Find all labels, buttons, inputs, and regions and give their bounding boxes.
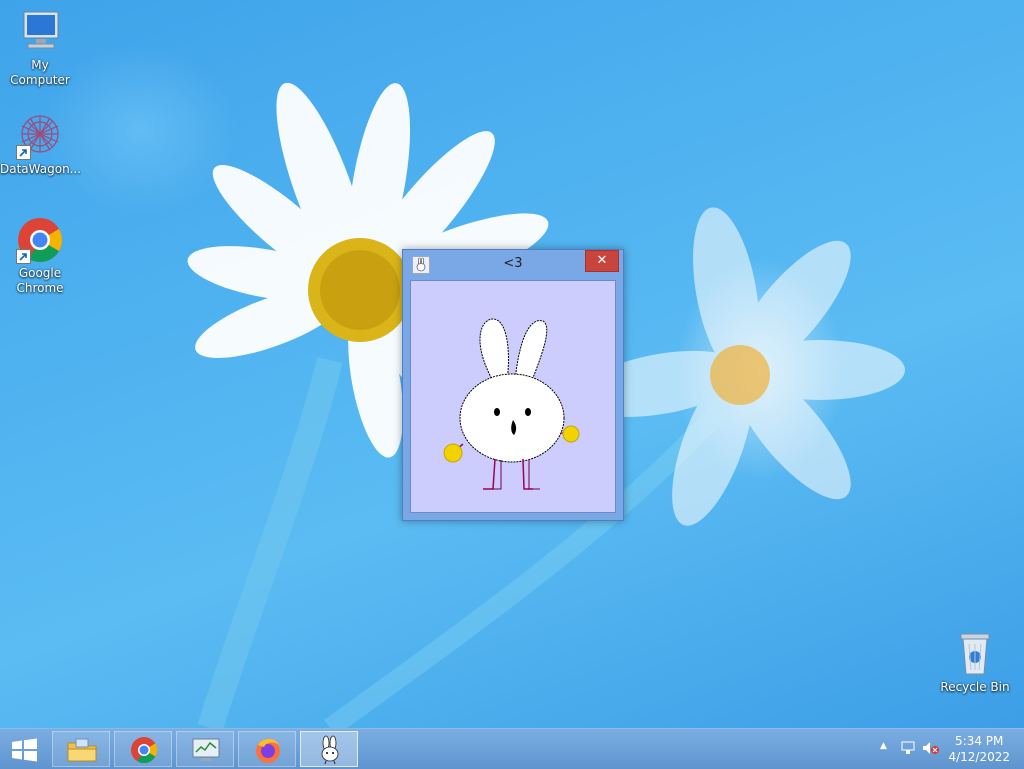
- desktop[interactable]: My Computer DataWagon... Google Chrome R…: [0, 0, 1024, 728]
- desktop-icon-label: Recycle Bin: [940, 680, 1010, 694]
- windows-logo-icon: [12, 738, 37, 762]
- clock-date: 4/12/2022: [948, 750, 1010, 764]
- close-button[interactable]: ✕: [585, 250, 619, 272]
- desktop-icon-label: Google Chrome: [16, 266, 64, 295]
- shortcut-arrow-icon: [16, 249, 31, 264]
- recycle-bin-icon: [951, 630, 999, 678]
- datawagon-icon: [16, 112, 64, 160]
- desktop-icon-datawagon[interactable]: DataWagon...: [0, 112, 82, 177]
- desktop-icon-google-chrome[interactable]: Google Chrome: [0, 216, 80, 296]
- window-content: [410, 280, 616, 513]
- shortcut-arrow-icon: [16, 145, 31, 160]
- chrome-icon: [16, 216, 64, 264]
- desktop-icon-recycle-bin[interactable]: Recycle Bin: [935, 630, 1015, 695]
- window-titlebar[interactable]: <3 ✕: [403, 250, 623, 280]
- clock[interactable]: 5:34 PM 4/12/2022: [948, 733, 1010, 765]
- bunny-icon: [321, 735, 339, 765]
- show-hidden-icons-chevron[interactable]: ▲: [880, 741, 887, 751]
- taskbar-button-resource-monitor[interactable]: [176, 731, 234, 767]
- taskbar-button-file-explorer[interactable]: [52, 731, 110, 767]
- taskbar: ▲ 5:34 PM 4/12/2022: [0, 728, 1024, 769]
- system-tray: ▲ 5:34 PM 4/12/2022: [864, 729, 1024, 769]
- app-window[interactable]: <3 ✕: [402, 249, 624, 521]
- clock-time: 5:34 PM: [955, 734, 1004, 748]
- firefox-icon: [256, 739, 280, 763]
- desktop-icon-my-computer[interactable]: My Computer: [0, 8, 80, 88]
- taskbar-button-bunny-app[interactable]: [300, 731, 358, 767]
- computer-icon: [16, 8, 64, 56]
- taskbar-button-chrome[interactable]: [114, 731, 172, 767]
- close-icon: ✕: [596, 253, 608, 268]
- taskbar-button-firefox[interactable]: [238, 731, 296, 767]
- network-icon[interactable]: [900, 741, 916, 755]
- desktop-icon-label: My Computer: [10, 58, 70, 87]
- chrome-icon: [131, 737, 158, 764]
- folder-icon: [67, 738, 97, 762]
- desktop-icon-label: DataWagon...: [0, 162, 82, 176]
- bunny-drawing: [443, 318, 580, 490]
- start-button[interactable]: [6, 735, 42, 765]
- monitor-icon: [192, 738, 220, 761]
- volume-muted-icon[interactable]: [922, 741, 940, 755]
